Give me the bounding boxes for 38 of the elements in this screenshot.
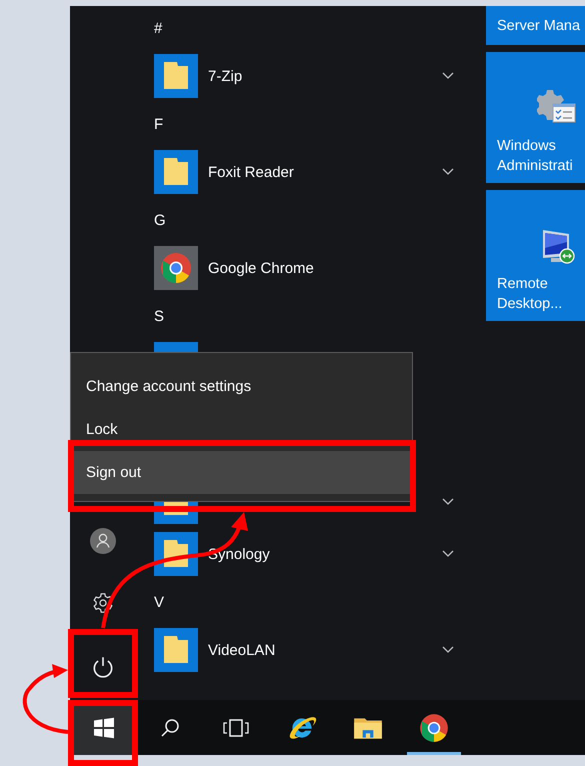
app-name[interactable]: 7-Zip (208, 68, 242, 84)
chevron-icon[interactable] (442, 550, 454, 558)
folder-icon (154, 54, 198, 98)
group-letter[interactable]: S (154, 308, 164, 324)
chevron-icon[interactable] (442, 498, 454, 506)
app-tile[interactable]: Server Mana (486, 6, 585, 45)
annotation-arrow (22, 664, 68, 734)
highlight-box (68, 700, 138, 766)
chevron-icon[interactable] (442, 646, 454, 654)
task-view-icon (222, 716, 250, 738)
app-name[interactable]: VideoLAN (208, 642, 276, 658)
menu-item[interactable]: Lock (71, 408, 412, 451)
highlight-box (68, 629, 138, 698)
menu-item[interactable]: Change account settings (71, 365, 412, 408)
chrome-icon (418, 712, 450, 744)
settings-icon[interactable] (92, 592, 114, 614)
app-tile[interactable]: Remote Desktop... (486, 190, 585, 321)
group-letter[interactable]: F (154, 116, 164, 132)
app-name[interactable]: Foxit Reader (208, 164, 294, 180)
search-icon (159, 716, 181, 738)
tile-label: Server Mana (497, 16, 580, 36)
app-name[interactable]: Synology (208, 546, 270, 562)
folder-icon (154, 150, 198, 194)
chevron-icon[interactable] (442, 168, 454, 176)
tile-label: Windows Administrati (497, 137, 574, 176)
chrome-icon (154, 246, 198, 290)
group-letter[interactable]: V (154, 594, 164, 610)
app-tile[interactable]: Windows Administrati (486, 52, 585, 183)
user-avatar-icon[interactable] (90, 528, 116, 554)
tile-label: Remote Desktop... (497, 275, 564, 314)
app-name[interactable]: Google Chrome (208, 260, 314, 276)
group-letter[interactable]: G (154, 212, 166, 228)
group-letter[interactable]: # (154, 20, 162, 36)
folder-icon (154, 532, 198, 576)
menu-item[interactable]: Sign out (71, 451, 412, 494)
folder-icon (154, 628, 198, 672)
chevron-icon[interactable] (442, 72, 454, 80)
windows-logo-icon (92, 716, 114, 738)
